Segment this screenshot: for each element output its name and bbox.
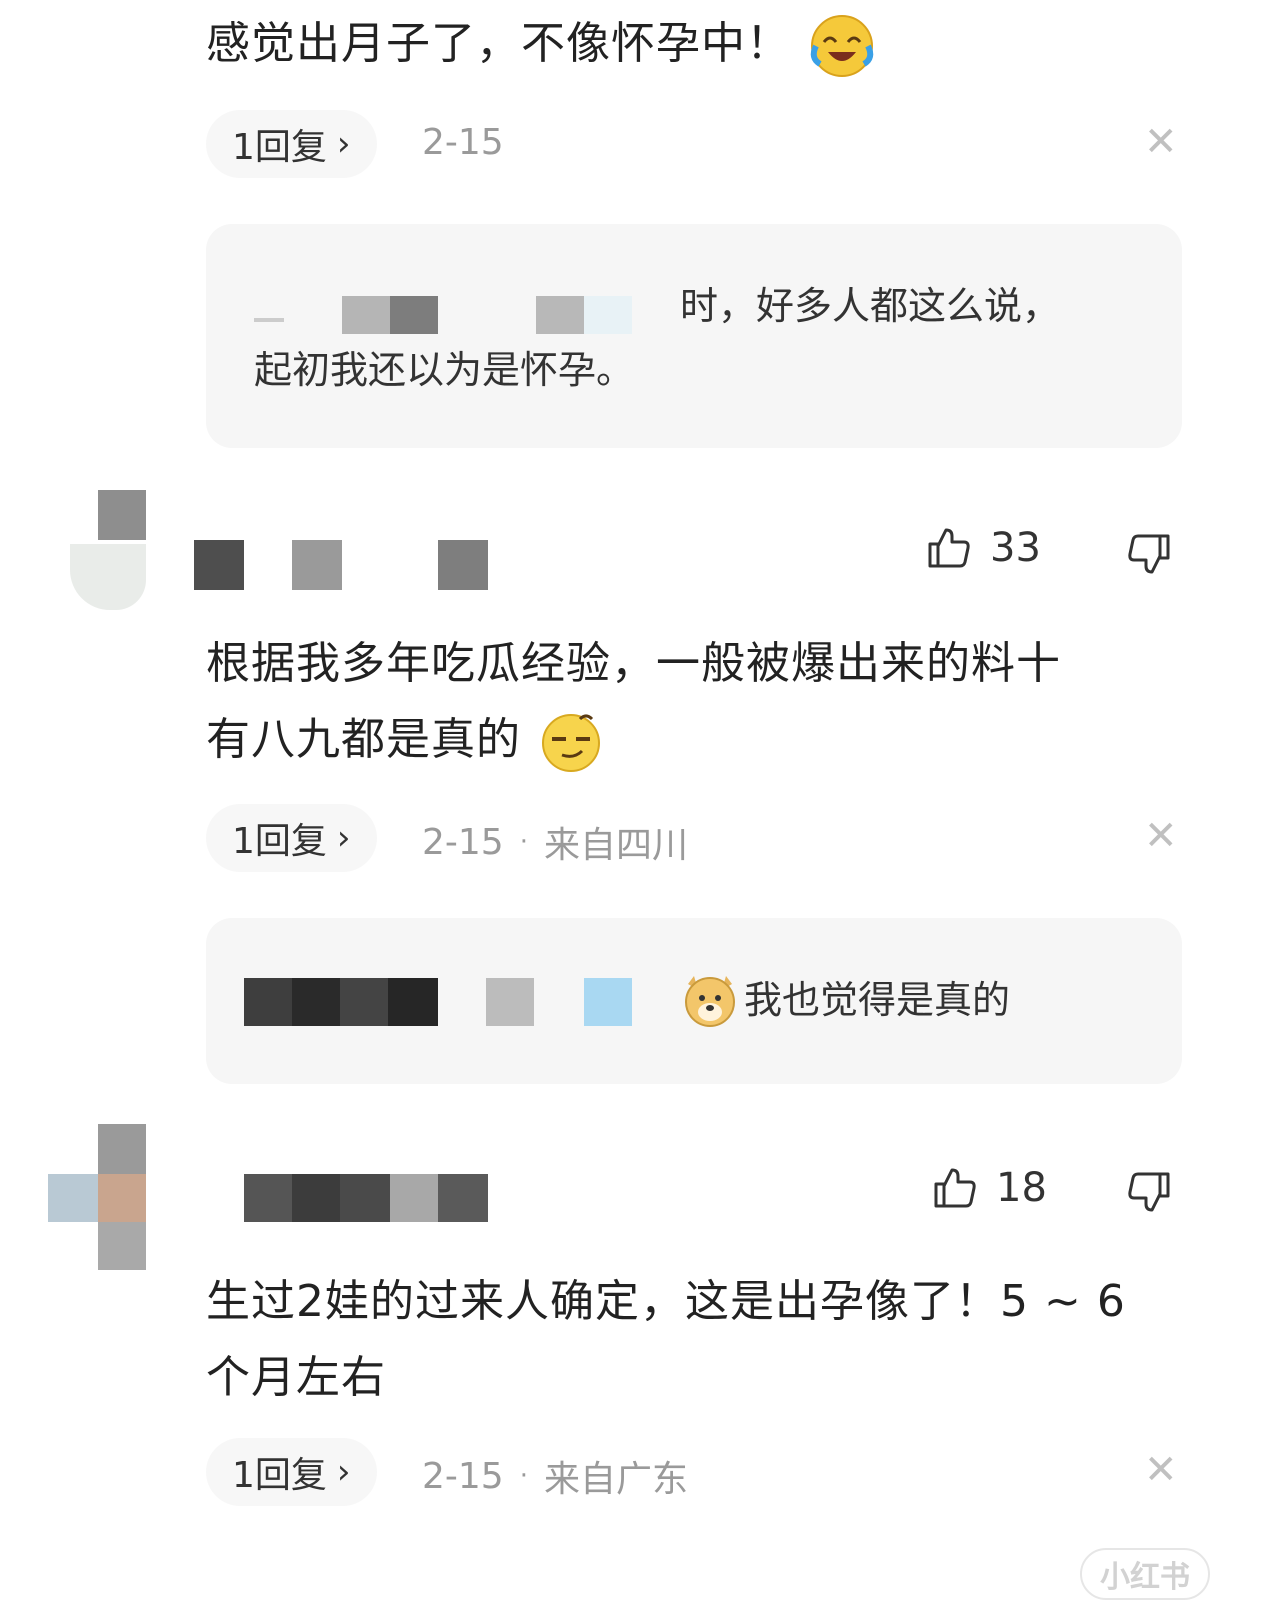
blurred-username [244,1174,292,1222]
blurred-username [292,540,342,590]
comment2-text: 根据我多年吃瓜经验，一般被爆出来的料十 有八九都是真的 [206,626,1061,778]
comment1-sub-line1: 时，好多人都这么说， [680,284,1061,328]
comment3-like-button[interactable]: 18 [930,1164,1047,1212]
blurred-name [584,296,632,334]
chevron-right-icon: › [336,1452,351,1492]
comment3-reply-button[interactable]: 1回复 › [206,1438,377,1506]
thumbs-down-icon[interactable] [1126,1168,1174,1216]
comment2-sub-text: 我也觉得是真的 [744,978,1011,1022]
watermark-logo: 小红书 [1080,1548,1210,1600]
comment1-meta: 2-15 [422,122,504,163]
comment3-date: 2-15 [422,1455,504,1497]
blurred-name [342,296,390,334]
chevron-right-icon: › [336,818,351,858]
comment1-text: 感觉出月子了，不像怀孕中！ [206,6,878,82]
crying-laugh-emoji-icon [810,15,874,77]
blurred-username [438,1174,488,1222]
doge-emoji-icon [685,976,735,1027]
blurred-name [390,296,438,334]
comment3-location: 来自广东 [543,1459,688,1500]
blurred-name [254,318,284,322]
blurred-username [340,1174,390,1222]
blurred-username [438,540,488,590]
close-icon[interactable]: ✕ [1144,122,1178,162]
comment1-date: 2-15 [422,122,504,163]
comment2-sub-reply[interactable]: 我也觉得是真的 [206,918,1182,1084]
blurred-username [390,1174,438,1222]
comment1-sub-line2: 起初我还以为是怀孕。 [254,348,635,392]
comment1-sub-reply[interactable]: 时，好多人都这么说， 起初我还以为是怀孕。 [206,224,1182,448]
thumbs-up-icon [934,1168,976,1208]
comment2-location: 来自四川 [543,825,688,866]
comment2-reply-button[interactable]: 1回复 › [206,804,377,872]
comment3-meta: 2-15 · 来自广东 [422,1450,688,1502]
comment3-like-count: 18 [996,1165,1047,1211]
comment2-meta: 2-15 · 来自四川 [422,816,688,868]
close-icon[interactable]: ✕ [1144,1450,1178,1490]
comment2-like-count: 33 [990,525,1041,571]
chevron-right-icon: › [336,124,351,164]
avatar[interactable] [50,490,150,614]
avatar[interactable] [48,1124,148,1272]
thumbs-down-icon[interactable] [1126,530,1174,578]
blurred-name [536,296,584,334]
blurred-username [292,1174,340,1222]
blurred-username [194,540,244,590]
comment3-text: 生过2娃的过来人确定，这是出孕像了！5 ~ 6 个月左右 [206,1276,1126,1403]
close-icon[interactable]: ✕ [1144,816,1178,856]
thumbs-up-icon [928,528,970,568]
comment2-date: 2-15 [422,821,504,863]
comment1-reply-button[interactable]: 1回复 › [206,110,377,178]
smirk-emoji-icon [542,714,600,772]
comment2-like-button[interactable]: 33 [924,524,1041,572]
